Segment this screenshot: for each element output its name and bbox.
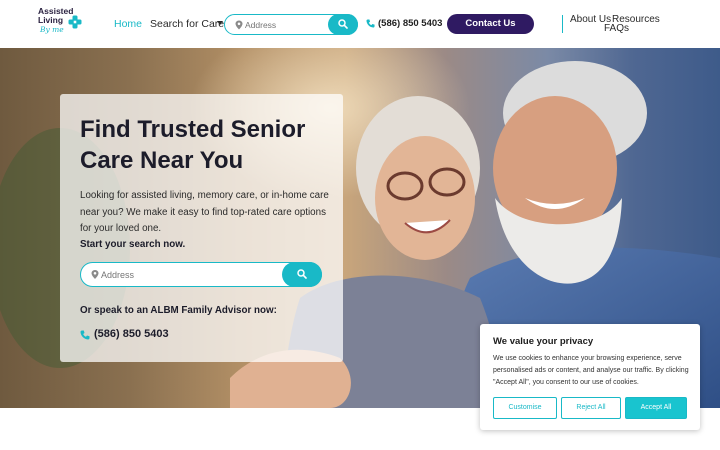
page: Assisted Living By me Home Search for Ca… [0, 0, 720, 450]
search-icon [297, 269, 307, 279]
phone-icon [366, 19, 375, 28]
cookie-title: We value your privacy [493, 336, 594, 347]
site-logo[interactable]: Assisted Living By me [38, 7, 86, 41]
hero-start-label: Start your search now. [80, 239, 186, 250]
nav-home[interactable]: Home [114, 18, 142, 30]
cookie-customise-button[interactable]: Customise [493, 397, 557, 419]
map-pin-icon [235, 20, 243, 30]
cookie-text: We use cookies to enhance your browsing … [493, 355, 689, 386]
hero-search-card: Find Trusted Senior Care Near You Lookin… [60, 94, 343, 362]
map-pin-icon [91, 270, 99, 279]
hero-advisor-label: Or speak to an ALBM Family Advisor now: [80, 305, 277, 316]
hero-title: Find Trusted Senior Care Near You [80, 116, 306, 174]
hero-search-button[interactable] [282, 262, 322, 287]
site-header: Assisted Living By me Home Search for Ca… [0, 0, 720, 48]
cookie-accept-button[interactable]: Accept All [625, 397, 687, 419]
cookie-consent-banner: We value your privacy We use cookies to … [480, 324, 700, 430]
contact-us-button[interactable]: Contact Us [447, 14, 534, 34]
search-icon [338, 19, 348, 29]
medical-cross-icon [68, 15, 82, 29]
hero-search-input[interactable] [101, 268, 261, 282]
cookie-reject-button[interactable]: Reject All [561, 397, 621, 419]
hero-phone-link[interactable]: (586) 850 5403 [94, 328, 169, 340]
header-phone-link[interactable]: (586) 850 5403 [378, 18, 442, 29]
header-search-input[interactable] [245, 18, 325, 32]
header-search [224, 14, 358, 35]
nav-faqs[interactable]: FAQs [604, 23, 629, 34]
chevron-down-icon[interactable] [217, 21, 223, 25]
nav-divider [562, 15, 563, 33]
hero-search [80, 262, 322, 287]
phone-icon [80, 330, 90, 340]
header-search-button[interactable] [328, 14, 358, 35]
nav-search-for-care[interactable]: Search for Care [150, 18, 224, 30]
hero-description: Looking for assisted living, memory care… [80, 190, 329, 234]
